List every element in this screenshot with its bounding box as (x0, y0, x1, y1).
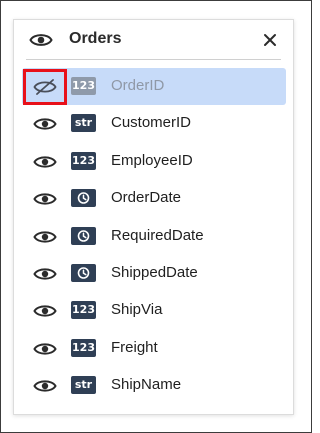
close-icon[interactable] (261, 31, 279, 49)
string-type-icon: str (71, 376, 96, 394)
field-row-customerid[interactable]: str CustomerID (22, 105, 286, 142)
number-type-icon: 123 (71, 339, 96, 357)
eye-icon[interactable] (33, 154, 57, 170)
screenshot-frame: Orders 123 OrderID str CustomerID 123 Employe… (0, 0, 312, 433)
field-row-requireddate[interactable]: RequiredDate (22, 218, 286, 255)
eye-icon[interactable] (33, 191, 57, 207)
field-label: OrderDate (111, 189, 182, 206)
number-type-icon: 123 (71, 301, 96, 319)
eye-icon[interactable] (33, 266, 57, 282)
field-row-shipvia[interactable]: 123 ShipVia (22, 292, 286, 329)
field-label: EmployeeID (111, 152, 193, 169)
clock-icon (71, 227, 96, 245)
field-label: RequiredDate (111, 227, 204, 244)
eye-icon[interactable] (33, 116, 57, 132)
clock-icon (71, 189, 96, 207)
field-label: OrderID (111, 77, 165, 94)
field-row-employeeid[interactable]: 123 EmployeeID (22, 143, 286, 180)
field-label: CustomerID (111, 114, 192, 131)
field-label: Freight (111, 339, 158, 356)
field-label: ShipVia (111, 301, 163, 318)
panel-title: Orders (69, 30, 122, 47)
eye-icon[interactable] (33, 229, 57, 245)
eye-icon[interactable] (33, 378, 57, 394)
eye-off-icon[interactable] (23, 69, 67, 105)
clock-icon (71, 264, 96, 282)
column-chooser-panel: Orders 123 OrderID str CustomerID 123 Employe… (13, 19, 294, 415)
eye-icon[interactable] (29, 31, 53, 49)
string-type-icon: str (71, 114, 96, 132)
field-row-freight[interactable]: 123 Freight (22, 330, 286, 367)
eye-icon[interactable] (33, 303, 57, 319)
field-row-orderdate[interactable]: OrderDate (22, 180, 286, 217)
number-type-icon: 123 (71, 152, 96, 170)
header-divider (26, 59, 281, 60)
field-label: ShippedDate (111, 264, 198, 281)
eye-icon[interactable] (33, 341, 57, 357)
panel-header: Orders (14, 20, 293, 60)
field-row-orderid[interactable]: 123 OrderID (22, 68, 286, 105)
number-type-icon: 123 (71, 77, 96, 95)
field-row-shipname[interactable]: str ShipName (22, 367, 286, 404)
field-row-shippeddate[interactable]: ShippedDate (22, 255, 286, 292)
field-label: ShipName (111, 376, 182, 393)
